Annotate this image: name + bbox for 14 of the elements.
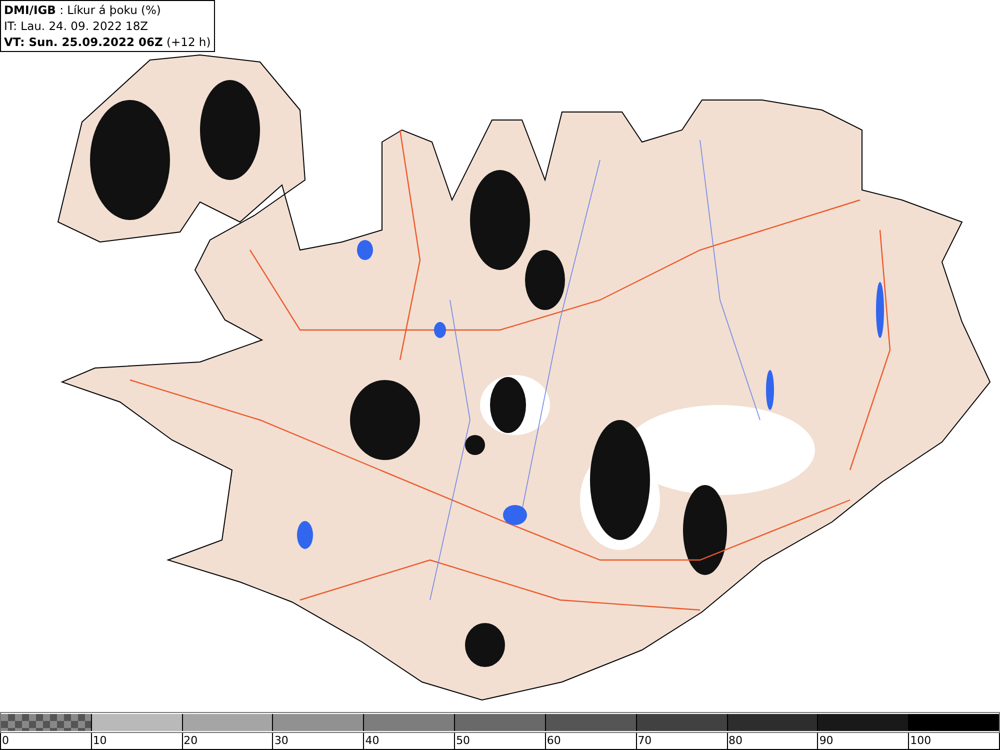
legend-label: 20 xyxy=(182,733,198,749)
valid-time: VT: Sun. 25.09.2022 06Z (+12 h) xyxy=(4,34,211,50)
legend-label: 80 xyxy=(728,733,742,749)
issue-time: IT: Lau. 24. 09. 2022 18Z xyxy=(4,18,150,34)
legend-label: 0 xyxy=(1,733,9,749)
legend-label: 70 xyxy=(636,733,652,749)
legend-label: 90 xyxy=(818,733,834,749)
legend-label: 50 xyxy=(455,733,470,749)
map-title: DMI/IGB : Líkur á þoku (%) xyxy=(4,2,162,18)
legend-label: 10 xyxy=(92,733,107,749)
legend-label: 60 xyxy=(546,733,561,749)
legend-label: 100 xyxy=(909,733,932,749)
legend-label: 40 xyxy=(364,733,380,749)
legend-label: 30 xyxy=(273,733,288,749)
